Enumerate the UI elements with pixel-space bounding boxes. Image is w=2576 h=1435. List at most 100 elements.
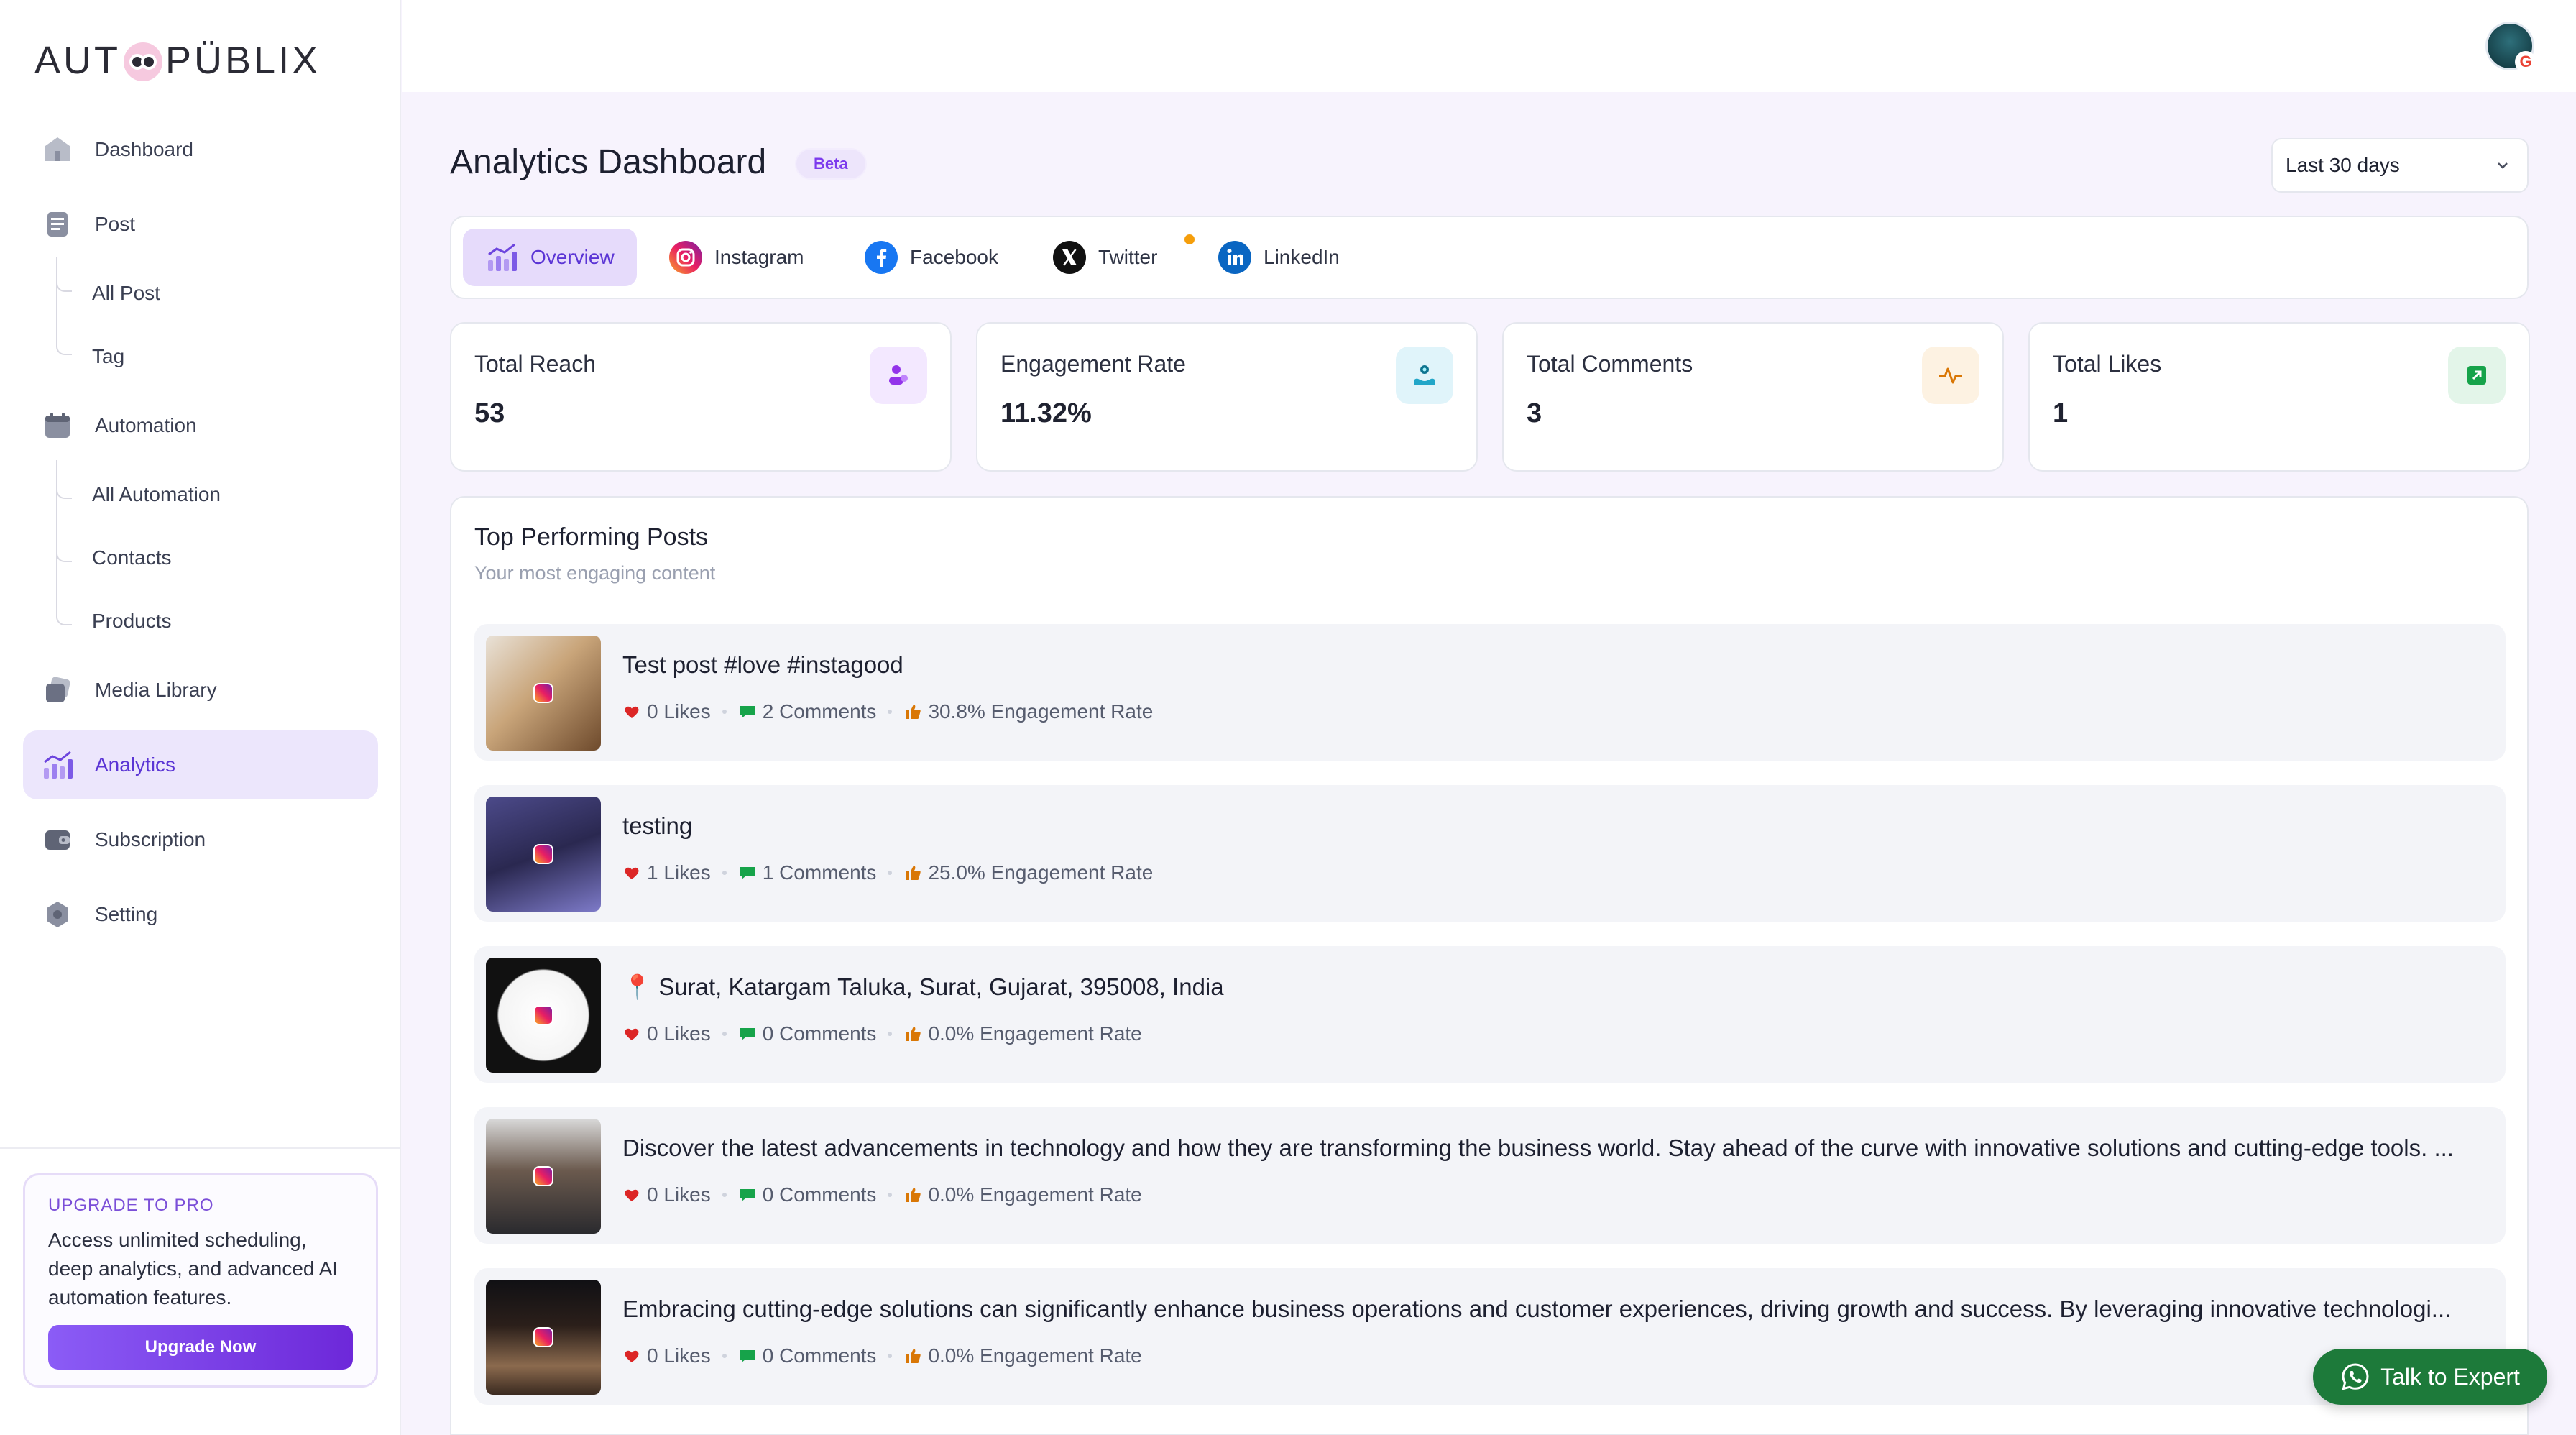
post-metrics: 0 Likes 0 Comments 0.0% Engagement Rate xyxy=(622,1022,1142,1045)
post-metrics: 1 Likes 1 Comments 25.0% Engagement Rate xyxy=(622,861,1153,884)
sidebar-item-setting[interactable]: Setting xyxy=(23,880,378,949)
post-metrics: 0 Likes 0 Comments 0.0% Engagement Rate xyxy=(622,1344,1142,1367)
app-logo[interactable]: AUT PÜBLIX xyxy=(34,37,321,83)
section-title: Top Performing Posts xyxy=(474,523,709,551)
facebook-icon xyxy=(864,240,898,275)
upgrade-title: UPGRADE TO PRO xyxy=(48,1196,214,1215)
arrow-up-right-icon xyxy=(2448,347,2506,404)
sidebar-subitem-products[interactable]: Products xyxy=(92,607,172,636)
post-thumbnail xyxy=(486,797,601,912)
wallet-icon xyxy=(42,824,73,856)
sidebar-item-dashboard[interactable]: Dashboard xyxy=(23,115,378,184)
separator xyxy=(722,871,727,875)
thumbs-up-icon xyxy=(906,1027,921,1041)
engagement-metric: 30.8% Engagement Rate xyxy=(903,700,1153,723)
engagement-metric: 0.0% Engagement Rate xyxy=(903,1022,1142,1045)
talk-to-expert-button[interactable]: Talk to Expert xyxy=(2313,1349,2547,1405)
upgrade-description: Access unlimited scheduling, deep analyt… xyxy=(48,1229,339,1308)
post-thumbnail xyxy=(486,1280,601,1395)
heart-icon xyxy=(625,867,639,879)
instagram-icon xyxy=(533,1005,553,1025)
sidebar-subitem-contacts[interactable]: Contacts xyxy=(92,544,172,572)
post-item[interactable]: Test post #love #instagood 0 Likes 2 Com… xyxy=(474,624,2506,761)
chevron-down-icon xyxy=(2493,155,2513,180)
tab-label: LinkedIn xyxy=(1264,246,1340,268)
activity-icon xyxy=(1922,347,1979,404)
stat-label: Total Comments xyxy=(1527,351,1693,377)
tab-facebook[interactable]: Facebook xyxy=(864,229,998,286)
post-text: Discover the latest advancements in tech… xyxy=(622,1134,2454,1161)
instagram-icon xyxy=(533,844,553,864)
tab-label: Overview xyxy=(530,246,615,268)
avatar[interactable]: G xyxy=(2485,22,2536,73)
thumbs-up-icon xyxy=(906,1188,921,1202)
comment-icon xyxy=(740,1350,755,1362)
tab-twitter[interactable]: Twitter xyxy=(1052,229,1195,286)
post-thumbnail xyxy=(486,636,601,751)
stat-card-total-comments: Total Comments 3 xyxy=(1502,322,2004,472)
post-thumbnail xyxy=(486,1119,601,1234)
sidebar-item-post[interactable]: Post xyxy=(23,190,378,259)
tab-label: Instagram xyxy=(714,246,804,268)
sidebar-subitem-all-automation[interactable]: All Automation xyxy=(92,480,221,509)
owl-logo-icon xyxy=(124,42,162,81)
tab-overview[interactable]: Overview xyxy=(463,229,637,286)
users-icon xyxy=(870,347,927,404)
sidebar-subitem-all-post[interactable]: All Post xyxy=(92,279,160,308)
post-item[interactable]: testing 1 Likes 1 Comments 25.0% Engagem… xyxy=(474,785,2506,922)
beta-badge: Beta xyxy=(795,148,867,180)
sidebar-item-analytics[interactable]: Analytics xyxy=(23,730,378,799)
logo-text-left: AUT xyxy=(34,39,121,82)
comment-icon xyxy=(740,1189,755,1201)
sidebar-item-subscription[interactable]: Subscription xyxy=(23,805,378,874)
sidebar-item-media-library[interactable]: Media Library xyxy=(23,656,378,725)
comments-metric: 1 Comments xyxy=(738,861,876,884)
document-icon xyxy=(42,208,73,240)
post-item[interactable]: Embracing cutting-edge solutions can sig… xyxy=(474,1268,2506,1405)
engagement-metric: 0.0% Engagement Rate xyxy=(903,1183,1142,1206)
likes-metric: 1 Likes xyxy=(622,861,711,884)
stat-value: 3 xyxy=(1527,398,1542,428)
tree-elbow xyxy=(56,339,72,355)
post-text: 📍 Surat, Katargam Taluka, Surat, Gujarat… xyxy=(622,973,1224,1000)
sidebar-item-automation[interactable]: Automation xyxy=(23,391,378,460)
separator xyxy=(888,1354,893,1358)
linkedin-icon xyxy=(1218,240,1252,275)
media-icon xyxy=(42,674,73,706)
likes-metric: 0 Likes xyxy=(622,1344,711,1367)
heart-icon xyxy=(625,1028,639,1040)
top-bar: G xyxy=(402,0,2576,92)
tab-instagram[interactable]: Instagram xyxy=(668,229,804,286)
post-item[interactable]: 📍 Surat, Katargam Taluka, Surat, Gujarat… xyxy=(474,946,2506,1083)
sidebar-subitem-tag[interactable]: Tag xyxy=(92,342,124,371)
stat-card-engagement-rate: Engagement Rate 11.32% xyxy=(976,322,1478,472)
notification-dot xyxy=(1184,234,1195,244)
upgrade-now-button[interactable]: Upgrade Now xyxy=(48,1325,353,1370)
date-range-select[interactable]: Last 30 days xyxy=(2271,138,2529,193)
thumbs-up-icon xyxy=(906,1349,921,1363)
instagram-icon xyxy=(533,1166,553,1186)
page-title: Analytics Dashboard xyxy=(450,143,767,181)
sidebar-item-label: Post xyxy=(95,213,136,235)
tree-elbow xyxy=(56,610,72,625)
thumbs-up-icon xyxy=(906,705,921,719)
top-performing-posts: Top Performing Posts Your most engaging … xyxy=(450,496,2529,1435)
comments-metric: 0 Comments xyxy=(738,1022,876,1045)
sidebar: AUT PÜBLIX Dashboard Post All Post Tag A… xyxy=(0,0,401,1435)
comment-icon xyxy=(740,706,755,718)
stat-card-total-likes: Total Likes 1 xyxy=(2028,322,2530,472)
calendar-icon xyxy=(42,410,73,441)
tab-linkedin[interactable]: LinkedIn xyxy=(1218,229,1340,286)
sidebar-item-label: Setting xyxy=(95,903,158,925)
instagram-icon xyxy=(533,1327,553,1347)
post-thumbnail xyxy=(486,958,601,1073)
post-metrics: 0 Likes 2 Comments 30.8% Engagement Rate xyxy=(622,700,1153,723)
separator xyxy=(888,871,893,875)
post-text: testing xyxy=(622,812,693,839)
separator xyxy=(722,1354,727,1358)
post-item[interactable]: Discover the latest advancements in tech… xyxy=(474,1107,2506,1244)
instagram-icon xyxy=(533,683,553,703)
tree-elbow xyxy=(56,546,72,562)
separator xyxy=(888,1032,893,1036)
stat-card-total-reach: Total Reach 53 xyxy=(450,322,952,472)
